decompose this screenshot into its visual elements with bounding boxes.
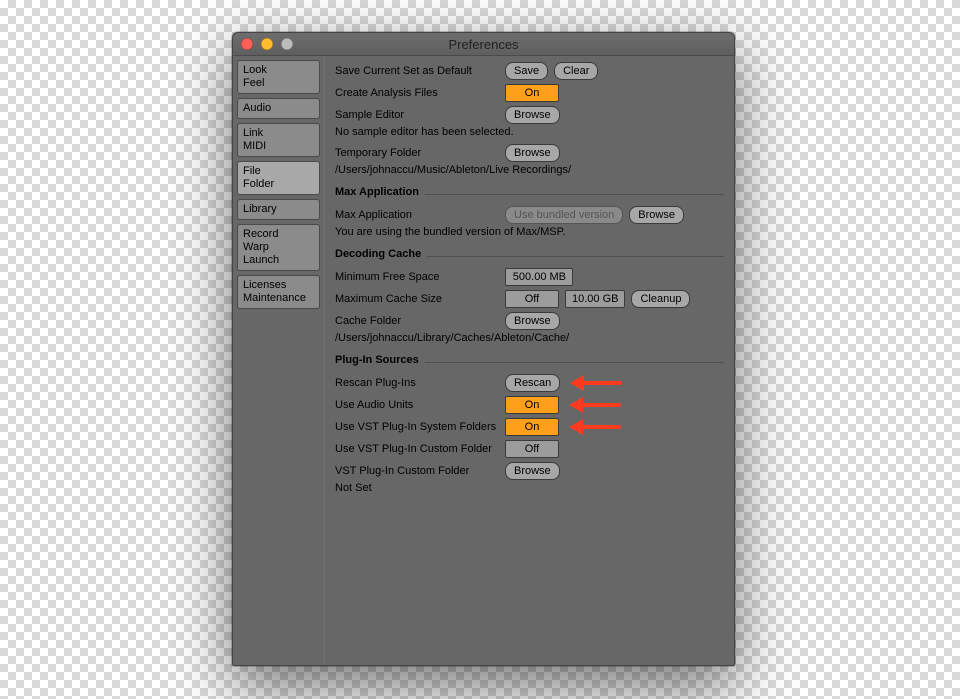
toggle-create-analysis[interactable]: On [505,84,559,102]
label-use-audio-units: Use Audio Units [335,399,505,411]
toggle-value: On [506,85,558,101]
section-title: Max Application [335,186,419,198]
toggle-max-cache[interactable]: Off [505,290,559,308]
label-max-cache: Maximum Cache Size [335,293,505,305]
divider [425,194,724,195]
label-sample-editor: Sample Editor [335,109,505,121]
annotation-arrow-icon [569,422,621,432]
browse-max-button[interactable]: Browse [629,206,684,224]
section-decoding-cache: Decoding Cache [335,246,724,262]
preferences-window: Preferences Look Feel Audio Link MIDI Fi… [232,32,735,666]
label-use-vst-custom: Use VST Plug-In Custom Folder [335,443,505,455]
label-max-application: Max Application [335,209,505,221]
section-max-application: Max Application [335,184,724,200]
temp-folder-path: /Users/johnaccu/Music/Ableton/Live Recor… [335,164,724,176]
cleanup-button[interactable]: Cleanup [631,290,690,308]
section-plug-in-sources: Plug-In Sources [335,352,724,368]
divider [425,362,724,363]
toggle-use-audio-units[interactable]: On [505,396,559,414]
browse-cache-folder-button[interactable]: Browse [505,312,560,330]
section-title: Plug-In Sources [335,354,419,366]
max-cache-value[interactable]: 10.00 GB [565,290,625,308]
browse-vst-custom-button[interactable]: Browse [505,462,560,480]
toggle-use-vst-custom[interactable]: Off [505,440,559,458]
label-cache-folder: Cache Folder [335,315,505,327]
tab-link-midi[interactable]: Link MIDI [237,123,320,157]
browse-sample-editor-button[interactable]: Browse [505,106,560,124]
browse-temp-folder-button[interactable]: Browse [505,144,560,162]
label-vst-custom-folder: VST Plug-In Custom Folder [335,465,505,477]
tab-look-feel[interactable]: Look Feel [237,60,320,94]
toggle-value: Off [506,291,558,307]
window-title: Preferences [233,37,734,52]
clear-button[interactable]: Clear [554,62,598,80]
toggle-value: On [506,419,558,435]
label-min-free-space: Minimum Free Space [335,271,505,283]
vst-custom-folder-status: Not Set [335,482,724,494]
annotation-arrow-icon [569,400,621,410]
label-rescan-plugins: Rescan Plug-Ins [335,377,505,389]
section-title: Decoding Cache [335,248,421,260]
titlebar: Preferences [233,33,734,56]
max-status: You are using the bundled version of Max… [335,226,724,238]
tab-file-folder[interactable]: File Folder [237,161,320,195]
toggle-value: Off [506,441,558,457]
label-temp-folder: Temporary Folder [335,147,505,159]
tab-audio[interactable]: Audio [237,98,320,119]
cache-folder-path: /Users/johnaccu/Library/Caches/Ableton/C… [335,332,724,344]
preferences-panel-file-folder: Save Current Set as Default Save Clear C… [325,56,734,665]
tab-library[interactable]: Library [237,199,320,220]
sidebar: Look Feel Audio Link MIDI File Folder Li… [233,56,325,665]
rescan-button[interactable]: Rescan [505,374,560,392]
min-free-space-value[interactable]: 500.00 MB [505,268,573,286]
label-use-vst-system: Use VST Plug-In System Folders [335,421,505,433]
toggle-value: On [506,397,558,413]
sample-editor-status: No sample editor has been selected. [335,126,724,138]
tab-record-warp[interactable]: Record Warp Launch [237,224,320,271]
save-button[interactable]: Save [505,62,548,80]
use-bundled-version-button[interactable]: Use bundled version [505,206,623,224]
tab-licenses[interactable]: Licenses Maintenance [237,275,320,309]
annotation-arrow-icon [570,378,622,388]
label-save-default: Save Current Set as Default [335,65,505,77]
label-create-analysis: Create Analysis Files [335,87,505,99]
divider [427,256,724,257]
toggle-use-vst-system[interactable]: On [505,418,559,436]
